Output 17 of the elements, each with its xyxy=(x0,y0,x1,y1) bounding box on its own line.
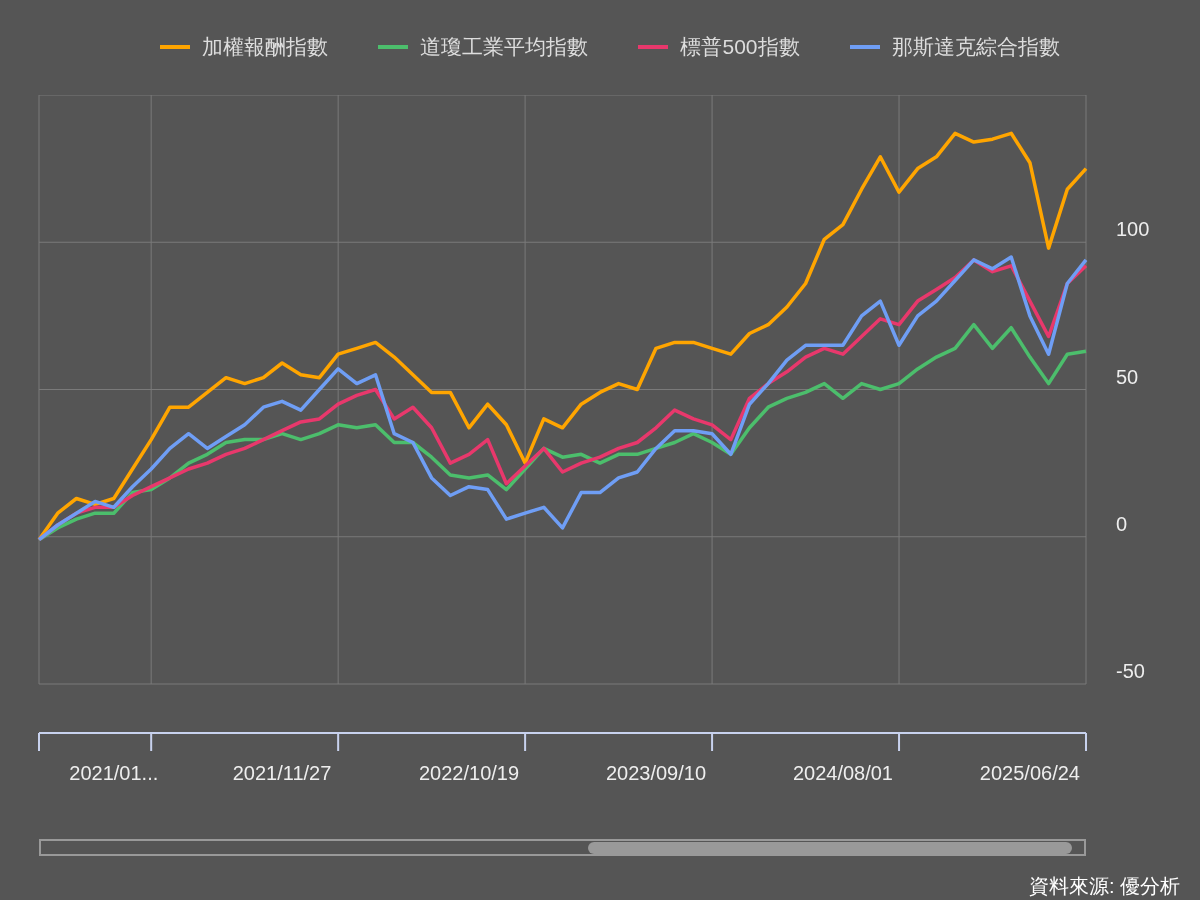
legend-item[interactable]: 道瓊工業平均指數 xyxy=(378,36,589,57)
scrollbar-track[interactable] xyxy=(39,839,1086,856)
scrollbar-thumb[interactable] xyxy=(588,842,1072,854)
y-axis-label: -50 xyxy=(1116,660,1145,682)
x-axis-label: 2021/11/27 xyxy=(232,762,332,784)
x-axis-label: 2024/08/01 xyxy=(792,762,893,784)
y-axis-label: 100 xyxy=(1116,218,1150,241)
x-axis-label: 2021/01... xyxy=(69,762,159,784)
y-axis-label: 0 xyxy=(1116,512,1128,535)
source-caption: 資料來源: 優分析 xyxy=(1028,876,1180,896)
legend-item[interactable]: 標普500指數 xyxy=(638,36,800,57)
legend-item[interactable]: 加權報酬指數 xyxy=(160,36,329,57)
x-axis-label: 2025/06/24 xyxy=(979,762,1080,784)
y-axis-label: 50 xyxy=(1116,365,1139,388)
x-axis-label: 2022/10/19 xyxy=(418,762,520,784)
legend-item[interactable]: 那斯達克綜合指數 xyxy=(849,36,1060,57)
x-axis-label: 2023/09/10 xyxy=(605,762,707,784)
